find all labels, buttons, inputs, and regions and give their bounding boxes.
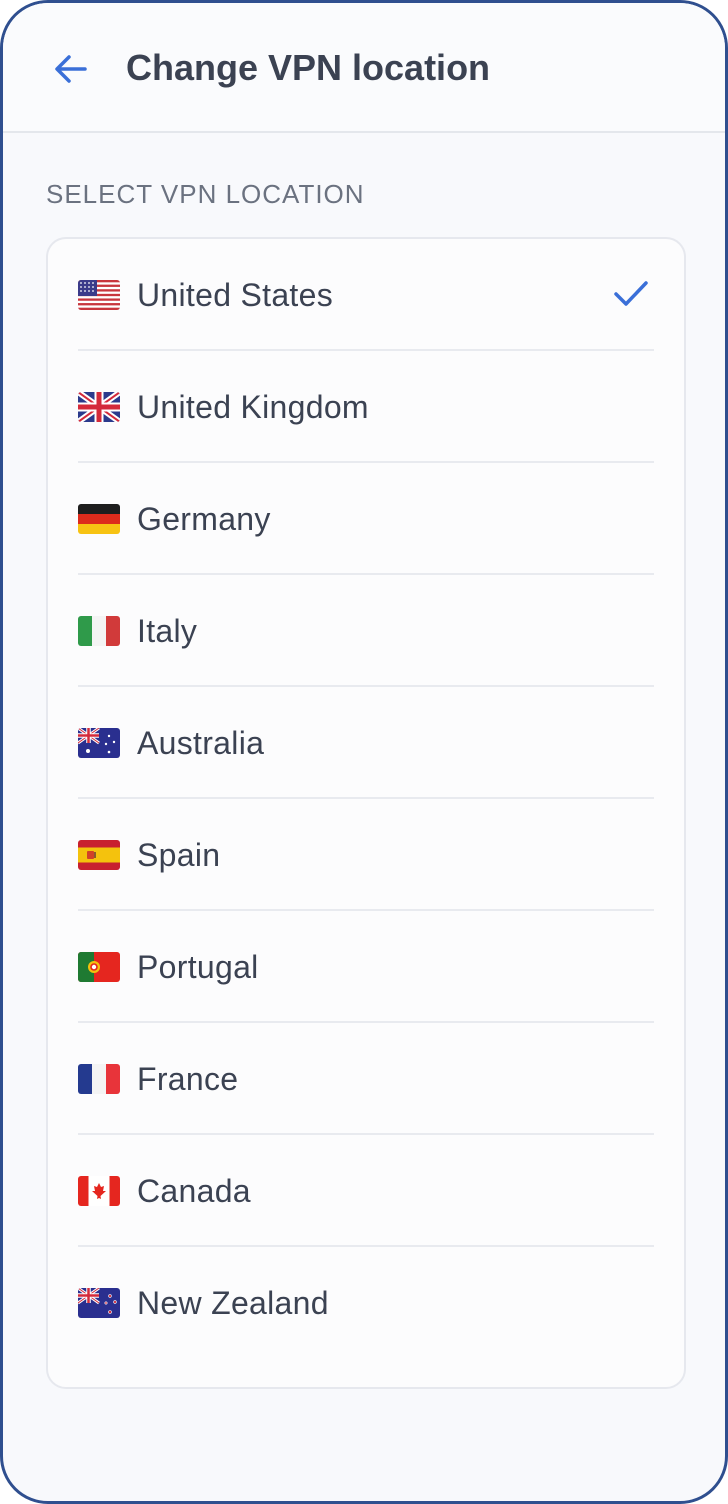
location-item-united-kingdom[interactable]: United Kingdom (78, 351, 654, 463)
flag-gb-icon (78, 392, 120, 422)
location-name: United Kingdom (137, 389, 369, 425)
flag-de-icon (78, 504, 120, 534)
page-title: Change VPN location (126, 47, 491, 88)
location-item-italy[interactable]: Italy (78, 575, 654, 687)
location-item-portugal[interactable]: Portugal (78, 911, 654, 1023)
location-name: Spain (137, 837, 221, 873)
location-item-spain[interactable]: Spain (78, 799, 654, 911)
flag-es-icon (78, 840, 120, 870)
location-name: Germany (137, 501, 271, 537)
location-name: France (137, 1061, 239, 1097)
location-item-canada[interactable]: Canada (78, 1135, 654, 1247)
flag-fr-icon (78, 1064, 120, 1094)
back-button[interactable] (51, 49, 91, 89)
flag-nz-icon (78, 1288, 120, 1318)
location-name: Portugal (137, 949, 259, 985)
location-item-germany[interactable]: Germany (78, 463, 654, 575)
flag-au-icon (78, 728, 120, 758)
flag-pt-icon (78, 952, 120, 982)
arrow-left-icon (55, 55, 87, 83)
location-item-australia[interactable]: Australia (78, 687, 654, 799)
location-list: United States United Kingdom Germany Ita… (46, 237, 686, 1389)
location-name: Italy (137, 613, 198, 649)
location-item-united-states[interactable]: United States (78, 239, 654, 351)
location-item-france[interactable]: France (78, 1023, 654, 1135)
section-label: SELECT VPN LOCATION (46, 179, 365, 209)
location-name: United States (137, 277, 334, 313)
flag-it-icon (78, 616, 120, 646)
location-name: Canada (137, 1173, 251, 1209)
flag-us-icon (78, 280, 120, 310)
checkmark-icon (614, 281, 648, 306)
top-bar: Change VPN location (3, 3, 725, 133)
flag-ca-icon (78, 1176, 120, 1206)
location-name: New Zealand (137, 1285, 329, 1321)
app-frame: Change VPN location SELECT VPN LOCATION … (0, 0, 728, 1504)
location-name: Australia (137, 725, 265, 761)
location-item-new-zealand[interactable]: New Zealand (78, 1247, 654, 1359)
